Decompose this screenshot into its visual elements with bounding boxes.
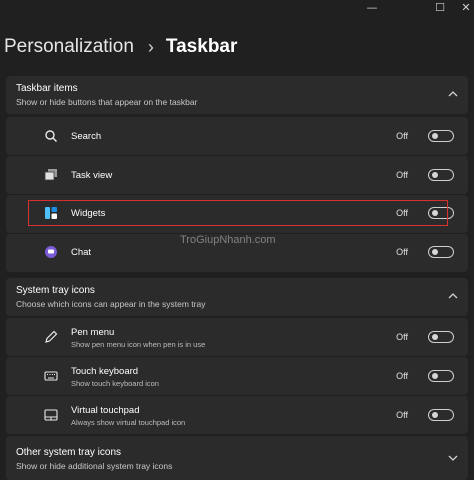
section-title: Other system tray icons <box>16 447 122 458</box>
chat-toggle[interactable] <box>428 246 454 258</box>
system-tray-header[interactable]: System tray icons Choose which icons can… <box>6 278 468 316</box>
toggle-knob <box>432 172 438 178</box>
maximize-button[interactable]: ☐ <box>434 2 446 14</box>
taskbar-item-search: Search Off <box>6 117 468 155</box>
taskbar-items-header[interactable]: Taskbar items Show or hide buttons that … <box>6 76 468 114</box>
chevron-down-icon[interactable] <box>447 452 459 464</box>
toggle-knob <box>432 412 438 418</box>
toggle-state: Off <box>396 170 408 180</box>
page-title: Taskbar <box>165 36 238 57</box>
touchpad-icon <box>44 409 58 421</box>
toggle-state: Off <box>396 332 408 342</box>
chat-icon <box>45 246 57 258</box>
item-label: Virtual touchpad <box>71 405 140 416</box>
toggle-state: Off <box>396 131 408 141</box>
toggle-knob <box>432 249 438 255</box>
breadcrumb-personalization[interactable]: Personalization <box>4 36 134 58</box>
search-icon <box>45 130 58 143</box>
search-toggle[interactable] <box>428 130 454 142</box>
item-label: Chat <box>71 247 92 258</box>
toggle-knob <box>432 133 438 139</box>
tray-item-virtual-touchpad: Virtual touchpad Always show virtual tou… <box>6 396 468 434</box>
breadcrumb: Personalization › Taskbar <box>4 36 237 58</box>
watermark: TroGiupNhanh.com <box>180 234 276 246</box>
pen-icon <box>45 330 58 343</box>
minimize-button[interactable]: — <box>366 2 378 14</box>
section-title: Taskbar items <box>16 83 78 94</box>
chevron-up-icon[interactable] <box>447 290 459 302</box>
section-subtitle: Show or hide additional system tray icon… <box>16 461 173 471</box>
item-label: Task view <box>71 170 113 181</box>
item-label: Pen menu <box>71 327 115 338</box>
title-bar: — ☐ ✕ <box>0 0 474 18</box>
toggle-state: Off <box>396 410 408 420</box>
item-description: Always show virtual touchpad icon <box>71 418 186 427</box>
item-description: Show touch keyboard icon <box>71 379 159 388</box>
task-view-toggle[interactable] <box>428 169 454 181</box>
section-subtitle: Choose which icons can appear in the sys… <box>16 299 206 309</box>
other-tray-header[interactable]: Other system tray icons Show or hide add… <box>6 436 468 480</box>
breadcrumb-separator: › <box>147 36 154 57</box>
item-label: Search <box>71 131 102 142</box>
section-title: System tray icons <box>16 285 95 296</box>
widgets-highlight-box <box>28 200 448 226</box>
task-view-icon <box>44 169 57 181</box>
section-subtitle: Show or hide buttons that appear on the … <box>16 97 198 107</box>
touch-keyboard-toggle[interactable] <box>428 370 454 382</box>
pen-menu-toggle[interactable] <box>428 331 454 343</box>
taskbar-item-task-view: Task view Off <box>6 156 468 194</box>
toggle-knob <box>432 334 438 340</box>
tray-item-touch-keyboard: Touch keyboard Show touch keyboard icon … <box>6 357 468 395</box>
toggle-knob <box>432 373 438 379</box>
virtual-touchpad-toggle[interactable] <box>428 409 454 421</box>
chevron-up-icon[interactable] <box>447 88 459 100</box>
item-description: Show pen menu icon when pen is in use <box>71 340 206 349</box>
keyboard-icon <box>44 371 58 381</box>
close-button[interactable]: ✕ <box>460 2 472 14</box>
toggle-state: Off <box>396 371 408 381</box>
item-label: Touch keyboard <box>71 366 139 377</box>
tray-item-pen-menu: Pen menu Show pen menu icon when pen is … <box>6 318 468 356</box>
toggle-state: Off <box>396 247 408 257</box>
